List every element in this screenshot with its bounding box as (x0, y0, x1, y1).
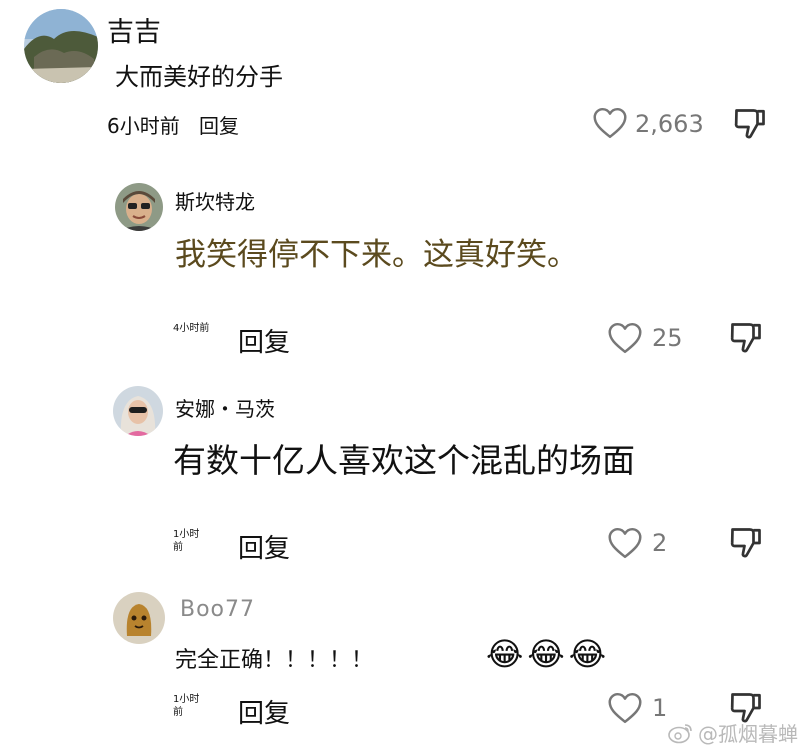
reply-time: 1小时 前 (173, 528, 199, 554)
laughing-tears-emoji: 😂 (568, 635, 611, 673)
like-count: 1 (652, 694, 668, 722)
comment-time: 6小时前 (107, 114, 180, 138)
reply-text: 我笑得停不下来。这真好笑。 (175, 237, 578, 273)
reply-author[interactable]: 安娜・马茨 (175, 393, 275, 422)
like-button[interactable] (592, 107, 628, 139)
dislike-button[interactable] (728, 525, 764, 561)
avatar-anna[interactable] (113, 386, 163, 436)
comment-text: 大而美好的分手 (115, 63, 283, 91)
comment-reply-button[interactable]: 回复 (199, 110, 239, 139)
like-button[interactable] (607, 692, 643, 724)
laughing-tears-emoji: 😂 (486, 635, 528, 673)
reply-time-line1: 1小时 (173, 529, 200, 540)
comment-author[interactable]: 吉吉 (107, 10, 161, 49)
reply-reply-button[interactable]: 回复 (238, 693, 290, 730)
avatar-jiji[interactable] (24, 9, 98, 83)
reply-text: 有数十亿人喜欢这个混乱的场面 (173, 441, 635, 480)
watermark-text: @孤烟暮蝉 (698, 722, 798, 746)
reply-time: 4小时前 (173, 323, 210, 334)
reply-time: 1小时 前 (173, 693, 199, 719)
like-button[interactable] (607, 322, 643, 354)
reply-author[interactable]: 斯坎特龙 (175, 186, 255, 215)
heart-outline-icon (608, 322, 642, 354)
thumbs-down-icon (734, 109, 765, 139)
reply-time-line2: 前 (173, 707, 183, 718)
heart-outline-icon (608, 692, 642, 724)
like-count: 2 (652, 529, 668, 557)
thumbs-down-icon (730, 528, 761, 558)
dislike-button[interactable] (732, 106, 768, 142)
like-count: 25 (652, 324, 683, 352)
thumbs-down-icon (730, 323, 761, 353)
reply-text: 完全正确！！！！！ (175, 648, 374, 673)
reply-author[interactable]: Boo77 (180, 597, 255, 622)
like-count: 2,663 (635, 110, 704, 138)
dislike-button[interactable] (728, 320, 764, 356)
emoji-row: 😂😂😂 (486, 636, 610, 672)
reply-time-line1: 1小时 (173, 694, 200, 705)
like-button[interactable] (607, 527, 643, 559)
reply-reply-button[interactable]: 回复 (238, 322, 290, 359)
reply-time-line2: 前 (173, 542, 183, 553)
heart-outline-icon (608, 527, 642, 559)
laughing-tears-emoji: 😂 (527, 635, 569, 673)
heart-outline-icon (593, 107, 627, 139)
avatar-boo77[interactable] (113, 592, 165, 644)
weibo-watermark: @孤烟暮蝉 (668, 718, 798, 747)
reply-reply-button[interactable]: 回复 (238, 528, 290, 565)
avatar-sikantelong[interactable] (115, 183, 163, 231)
weibo-logo-icon (668, 723, 692, 743)
